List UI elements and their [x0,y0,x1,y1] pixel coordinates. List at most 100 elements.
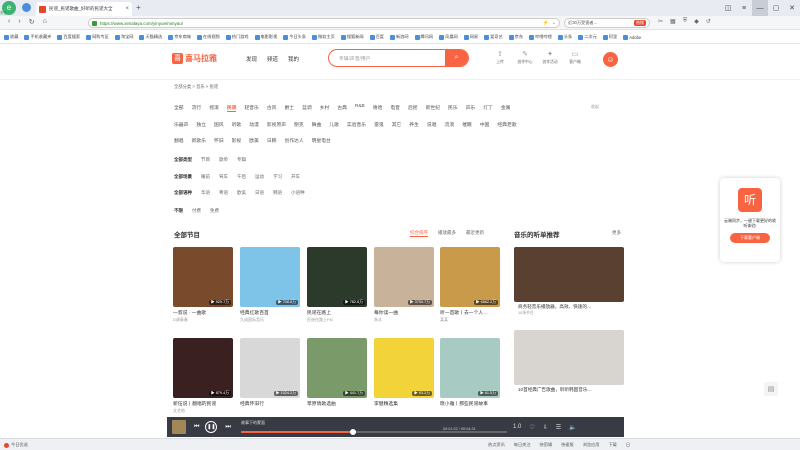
home-icon[interactable]: ⌂ [43,18,47,26]
speed-icon[interactable]: 1.0 [513,424,521,430]
back-icon[interactable]: ‹ [8,18,10,26]
program-cover[interactable]: ▶ 708.8万 [240,247,300,307]
category-item[interactable]: 金属 [501,104,511,112]
category-item[interactable]: 欧美 [249,137,259,144]
bookmark-item[interactable]: 阿里 [602,34,617,40]
progress-knob[interactable] [349,429,356,435]
now-playing-thumb[interactable] [172,420,186,434]
hot-search-badge[interactable]: 热搜 [634,20,646,26]
program-card[interactable]: ▶ 879.4万 新伍说丨翻唱的民谣 文艺地 [173,338,233,414]
category-item[interactable]: 流行 [192,104,202,112]
status-item[interactable]: 每日关注 [514,442,531,448]
filter-option[interactable]: 日语 [255,190,264,196]
maximize-icon[interactable]: ▢ [768,0,784,16]
refresh-icon[interactable]: ↻ [29,18,35,26]
bookmark-item[interactable]: 网易 [463,34,478,40]
category-item[interactable]: 实验音乐 [347,121,366,128]
creator-center-button[interactable]: ✎ 创作中心 [517,50,533,65]
category-item[interactable]: 电音 [390,104,400,112]
previous-icon[interactable]: ⏮ [194,424,199,431]
sort-option[interactable]: 播放最多 [438,230,456,237]
status-item[interactable]: 快速报 [561,442,574,448]
filter-option[interactable]: 韩语 [273,190,282,196]
more-link[interactable]: 更多 [612,230,621,236]
category-item[interactable]: 动漫 [249,121,259,128]
bookmark-item[interactable]: 凤凰网 [439,34,458,40]
category-item[interactable]: 创作达人 [284,137,303,144]
recommend-title[interactable]: 10首经典广告歌曲，聆听韩国音乐… [518,387,622,393]
category-item[interactable]: 声乐 [466,104,476,112]
fold-button[interactable]: 收起 [591,104,599,110]
bookmark-item[interactable]: 腾讯网 [414,34,433,40]
shield-icon[interactable]: ⛨ [683,18,688,25]
filter-label[interactable]: 全部场景 [174,174,192,180]
history-icon[interactable]: ↺ [706,18,711,25]
status-item[interactable]: 热点资讯 [488,442,505,448]
menu-icon[interactable]: ≡ [736,0,752,16]
category-item[interactable]: 摇滚 [209,104,219,112]
bookmark-item[interactable]: 头条 [557,34,572,40]
category-item[interactable]: 朋克 [294,121,304,128]
bookmark-item[interactable]: 淘宝网 [114,34,133,40]
bookmark-item[interactable]: 微软主页 [312,34,335,40]
close-window-icon[interactable]: ✕ [784,0,800,16]
category-item[interactable]: 新歌乐 [192,137,206,144]
bookmark-item[interactable]: 天猫精选 [139,34,162,40]
bookmark-item[interactable]: 今日头条 [283,34,306,40]
program-title[interactable]: 民谣在路上 [307,309,367,316]
bookmark-item[interactable]: 爱奇艺 [484,34,503,40]
filter-option[interactable]: 欧美 [237,190,246,196]
pause-button[interactable]: ❚❚ [205,421,218,433]
recommend-cover[interactable] [514,247,624,302]
skin-icon[interactable]: ◫ [720,0,736,16]
category-item[interactable]: 中国 [480,121,490,128]
creator-activity-button[interactable]: ✦ 创作活动 [542,50,558,65]
bookmark-item[interactable]: 手机收藏夹 [24,34,51,40]
category-item[interactable]: 民谣 [226,104,237,112]
bookmark-item[interactable]: 搜狐新闻 [340,34,364,40]
download-client-button[interactable]: 下载客户端 [730,233,770,243]
status-item[interactable]: 日 [626,442,630,448]
filter-option[interactable]: 付费 [192,208,201,214]
category-item[interactable]: 蓝调 [302,104,312,112]
bookmark-item[interactable]: 京东商城 [168,34,191,40]
site-search-button[interactable]: ⌕ [445,50,468,66]
forward-icon[interactable]: › [18,18,20,26]
category-item[interactable]: 全部 [174,104,184,112]
category-item[interactable]: 明星电台 [312,137,331,144]
nav-mine[interactable]: 我的 [288,55,299,63]
category-item[interactable]: 雷鬼 [374,121,384,128]
program-card[interactable]: ▶ 61.5万晓小雅丨那些民谣故事 [440,338,500,408]
filter-option[interactable]: 午后 [237,174,246,180]
sort-option[interactable]: 最近更新 [466,230,484,237]
bookmark-item[interactable]: 收藏 [4,34,18,40]
category-item[interactable]: 影视原声 [267,121,286,128]
category-item[interactable]: 爵士 [284,104,294,112]
dropdown-icon[interactable]: ⌄ [552,20,556,26]
bookmark-item[interactable]: 在线视频 [196,34,220,40]
lightning-icon[interactable]: ⚡ [543,20,549,26]
program-title[interactable]: 晓小雅丨那些民谣故事 [440,400,500,407]
category-item[interactable]: 其它 [392,121,402,128]
category-item[interactable]: 国风 [214,121,224,128]
program-title[interactable]: 经典怀旧行 [240,400,300,407]
filter-option[interactable]: 睡前 [201,174,210,180]
browser-search-field[interactable]: 近30万受害者... 热搜 [564,18,650,28]
program-card[interactable]: ▶ 925.7万 一叔说 · 一曲歌 D调青春 [173,247,233,323]
category-item[interactable]: 灯丁 [483,104,493,112]
program-title[interactable]: 听一首歌丨去一个人… [440,309,500,316]
program-cover[interactable]: ▶ 61.5万 [440,338,500,398]
program-card[interactable]: ▶ 441.7万 草原情歌选曲 [307,338,367,408]
bookmark-item[interactable]: Adobe [623,34,641,40]
filter-option[interactable]: 小语种 [291,190,305,196]
status-item[interactable]: 下载 [608,442,616,448]
category-item[interactable]: 嘻哈 [373,104,383,112]
like-icon[interactable]: ♡ [529,424,534,431]
category-item[interactable]: 催眠 [462,121,472,128]
filter-option[interactable]: 华语 [201,190,210,196]
category-item[interactable]: 轻音乐 [244,104,258,112]
program-cover[interactable]: ▶ 6862.2万 [440,247,500,307]
close-tab-icon[interactable]: × [125,6,129,12]
program-cover[interactable]: ▶ 782.8万 [307,247,367,307]
filter-label[interactable]: 全部语种 [174,190,192,196]
